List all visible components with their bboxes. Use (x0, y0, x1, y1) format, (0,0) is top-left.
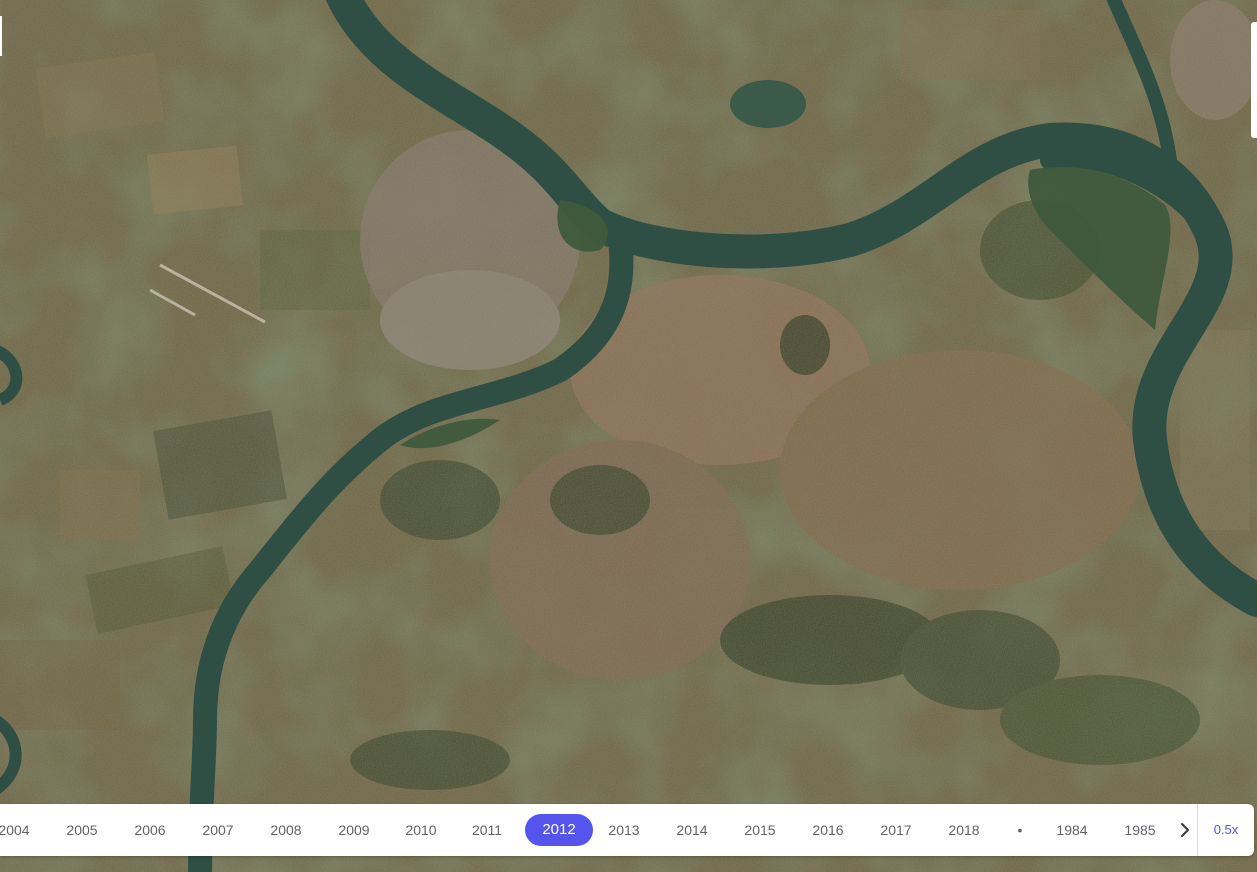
year-option-selected[interactable]: 2012 (525, 814, 593, 846)
year-option[interactable]: 2015 (730, 804, 790, 856)
chevron-right-icon[interactable] (1174, 818, 1196, 842)
year-option[interactable]: 2017 (866, 804, 926, 856)
playback-speed-button[interactable]: 0.5x (1203, 804, 1249, 856)
year-option[interactable]: 2016 (798, 804, 858, 856)
year-option[interactable]: 2008 (256, 804, 316, 856)
right-edge-handle[interactable] (1251, 22, 1257, 138)
year-option[interactable]: 1984 (1042, 804, 1102, 856)
year-option[interactable]: 2018 (934, 804, 994, 856)
year-option[interactable]: 1985 (1110, 804, 1170, 856)
lake (730, 80, 806, 128)
left-edge-handle (0, 16, 2, 56)
year-option[interactable]: 2013 (594, 804, 654, 856)
year-option[interactable]: 2011 (457, 804, 517, 856)
timeline-separator: • (1017, 822, 1023, 838)
year-option[interactable]: 2006 (120, 804, 180, 856)
year-timeline: 2004 2005 2006 2007 2008 2009 2010 2011 … (0, 804, 1254, 856)
year-option[interactable]: 2005 (52, 804, 112, 856)
satellite-map[interactable] (0, 0, 1257, 872)
year-option[interactable]: 2014 (662, 804, 722, 856)
year-option[interactable]: 2010 (391, 804, 451, 856)
year-option[interactable]: 2007 (188, 804, 248, 856)
timeline-divider (1197, 804, 1198, 856)
year-option[interactable]: 2009 (324, 804, 384, 856)
year-option[interactable]: 2004 (0, 804, 44, 856)
